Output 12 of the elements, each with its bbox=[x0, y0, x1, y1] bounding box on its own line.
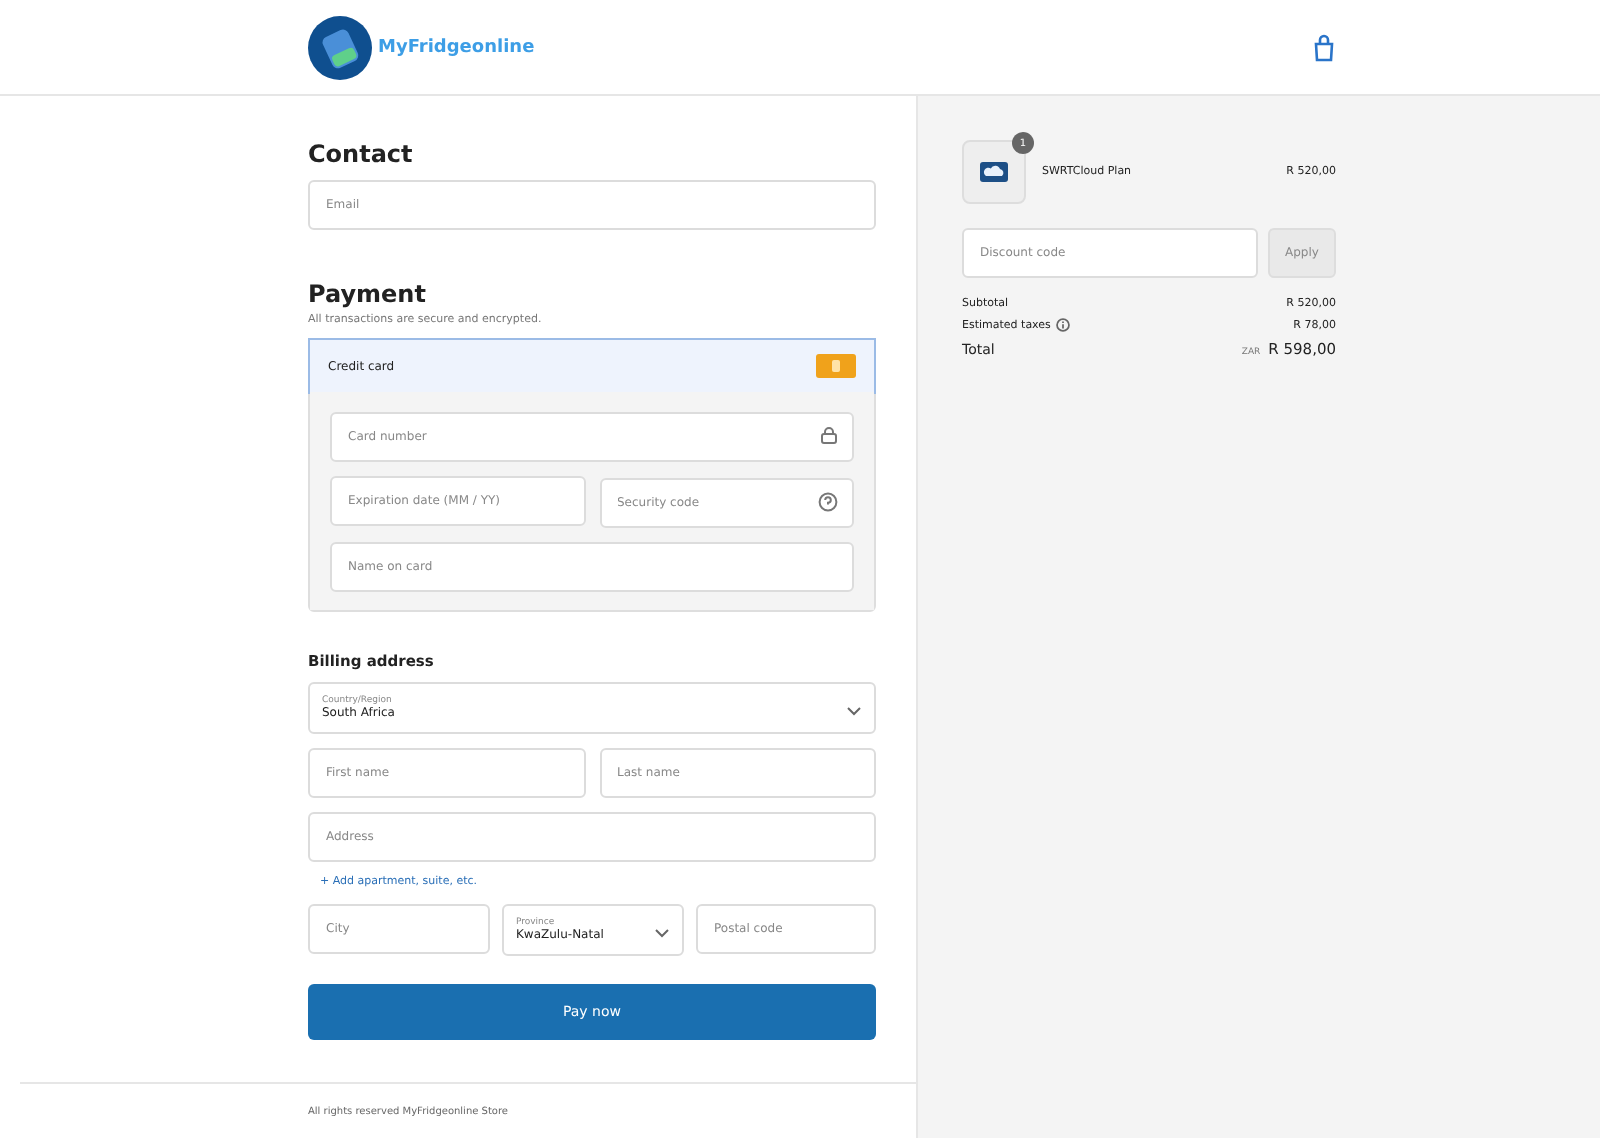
cloud-icon bbox=[980, 162, 1008, 182]
contact-heading: Contact bbox=[308, 140, 415, 168]
logo-text[interactable]: MyFridgeonline bbox=[378, 37, 535, 57]
card-badge-icon bbox=[816, 354, 856, 378]
info-icon[interactable] bbox=[1056, 318, 1071, 332]
bag-icon[interactable] bbox=[1312, 33, 1336, 61]
chevron-icon bbox=[846, 706, 862, 716]
help-icon[interactable] bbox=[818, 492, 838, 512]
payment-heading: Payment bbox=[308, 280, 428, 308]
logo-icon bbox=[308, 15, 372, 79]
chevron-icon bbox=[654, 928, 670, 938]
lock-icon bbox=[820, 426, 838, 444]
